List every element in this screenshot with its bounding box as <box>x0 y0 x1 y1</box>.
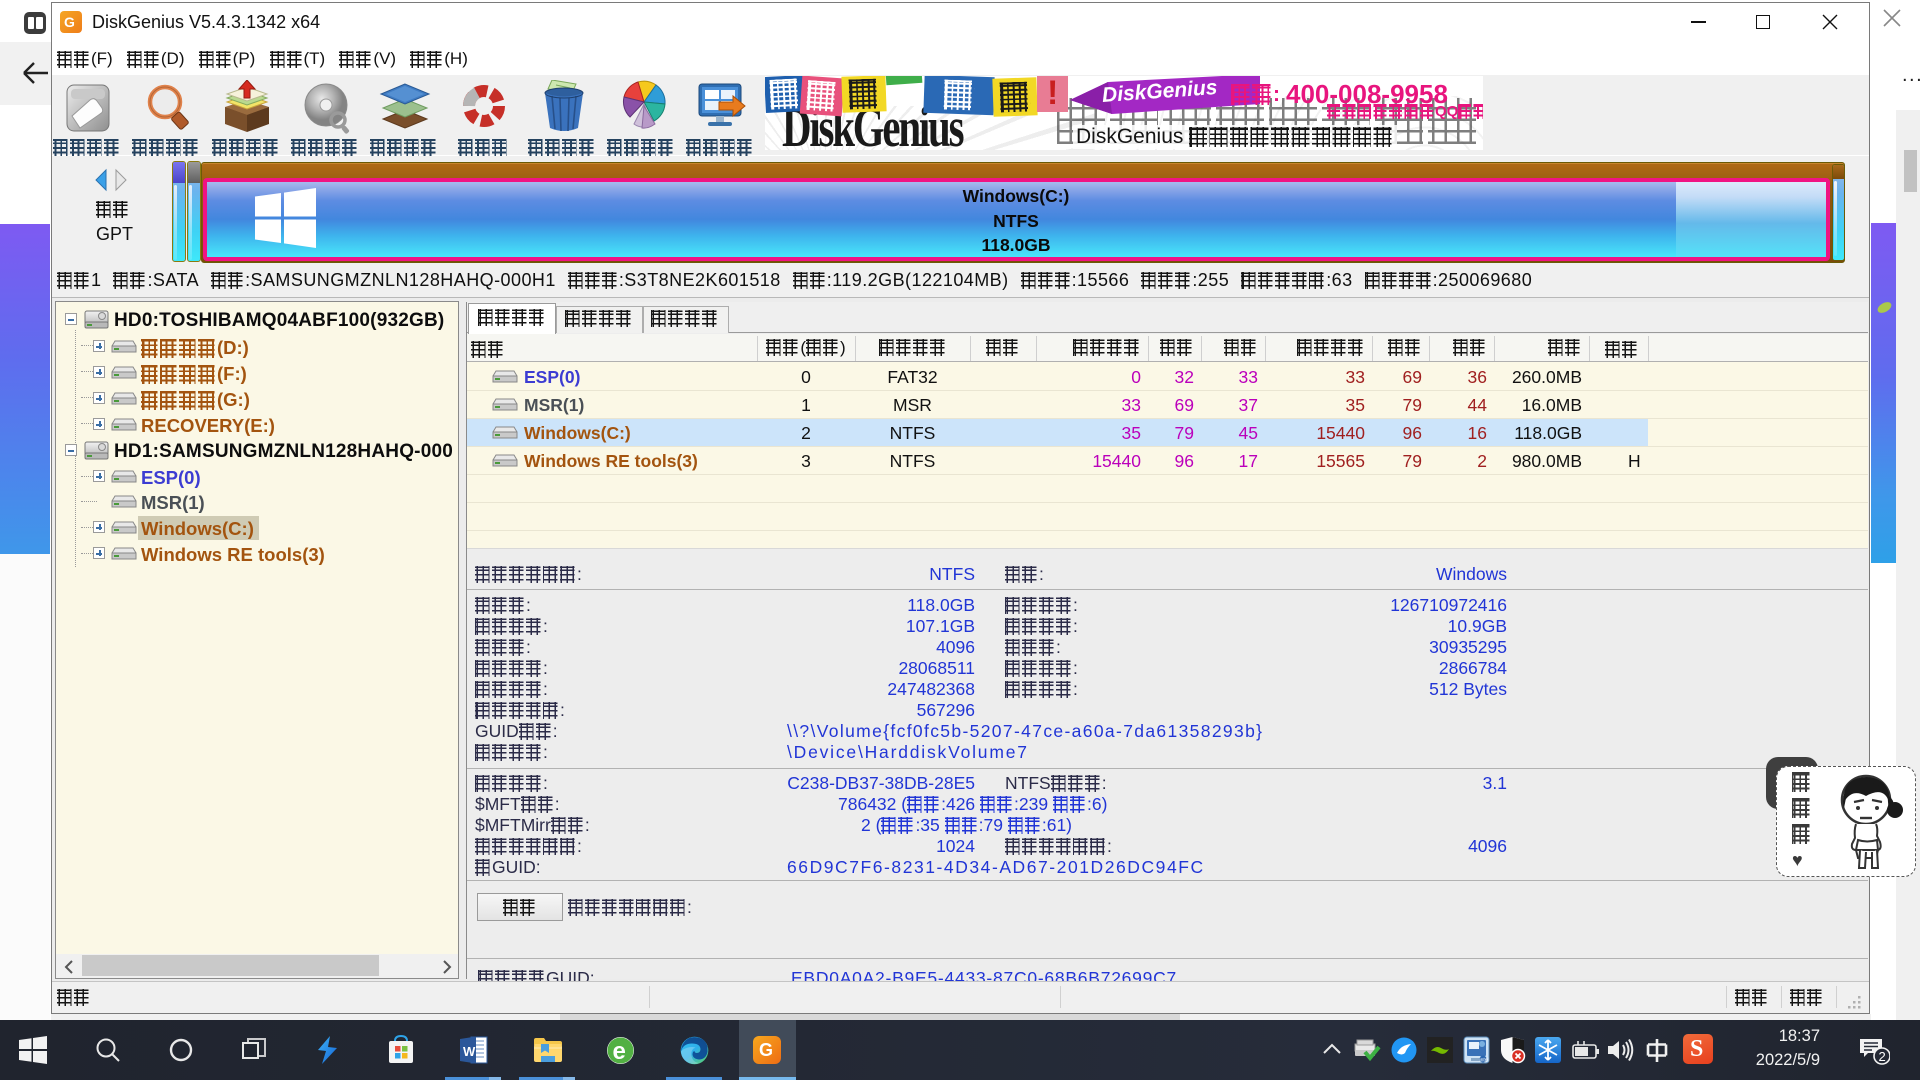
svg-text:intel: intel <box>1480 1058 1489 1064</box>
svg-text:2: 2 <box>1879 1049 1886 1064</box>
svg-text:W: W <box>463 1044 476 1059</box>
svg-text:e: e <box>613 1038 626 1065</box>
